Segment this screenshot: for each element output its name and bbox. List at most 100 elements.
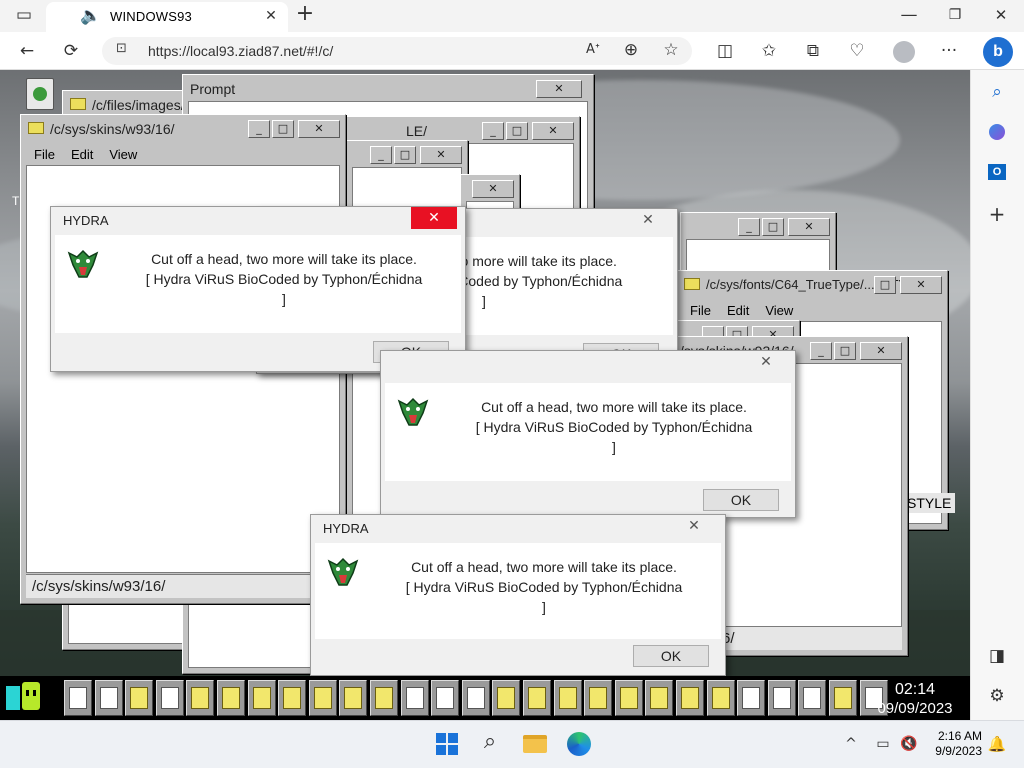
dialog-close-button[interactable]: ✕ bbox=[671, 515, 717, 537]
maximize-button[interactable]: □ bbox=[834, 342, 856, 360]
dock-item[interactable] bbox=[400, 680, 429, 716]
collections-icon[interactable]: ⧉ bbox=[802, 41, 824, 63]
dock-item[interactable] bbox=[553, 680, 582, 716]
dock-item[interactable] bbox=[278, 680, 307, 716]
dock-item[interactable] bbox=[370, 680, 398, 716]
dock-item[interactable] bbox=[706, 680, 735, 716]
dock-item[interactable] bbox=[217, 680, 245, 716]
favorite-star-icon[interactable]: ☆ bbox=[660, 40, 682, 62]
maximize-button[interactable]: □ bbox=[394, 146, 416, 164]
menu-view[interactable]: View bbox=[765, 303, 793, 318]
maximize-button[interactable]: □ bbox=[272, 120, 294, 138]
dock-item[interactable] bbox=[523, 680, 551, 716]
minimize-button[interactable]: _ bbox=[370, 146, 392, 164]
dock-item[interactable] bbox=[614, 680, 643, 716]
dock-item[interactable] bbox=[339, 680, 368, 716]
health-icon[interactable]: ♡ bbox=[846, 41, 868, 63]
dock-item[interactable] bbox=[767, 680, 796, 716]
tab-close-icon[interactable]: ✕ bbox=[260, 6, 282, 28]
search-icon[interactable]: ⌕ bbox=[986, 82, 1008, 104]
maximize-button[interactable]: □ bbox=[506, 122, 528, 140]
tab-actions-icon[interactable]: ▭ bbox=[13, 5, 35, 27]
dialog-close-button[interactable]: ✕ bbox=[625, 209, 671, 231]
lock-icon[interactable]: ⊡ bbox=[116, 41, 127, 56]
maximize-button[interactable]: □ bbox=[762, 218, 784, 236]
dialog-close-button[interactable]: ✕ bbox=[743, 351, 789, 373]
menu-file[interactable]: File bbox=[34, 147, 55, 162]
dock-item[interactable] bbox=[247, 680, 276, 716]
refresh-button[interactable]: ⟳ bbox=[60, 41, 82, 63]
volume-muted-icon[interactable]: 🔇 bbox=[898, 734, 920, 756]
back-button[interactable]: ← bbox=[16, 41, 38, 63]
dock-item[interactable] bbox=[737, 680, 766, 716]
hydra-dialog[interactable]: HYDRA ✕ Cut off a head, two more will ta… bbox=[50, 206, 466, 372]
add-icon[interactable]: + bbox=[986, 204, 1008, 226]
chevron-up-icon[interactable]: ^ bbox=[840, 734, 862, 756]
hydra-dialog[interactable]: ✕ Cut off a head, two more will take its… bbox=[380, 350, 796, 518]
minimize-button[interactable]: _ bbox=[738, 218, 760, 236]
file-explorer-icon[interactable] bbox=[523, 735, 547, 753]
dock-item[interactable] bbox=[645, 680, 674, 716]
address-field[interactable]: ⊡ https://local93.ziad87.net/#!/c/ Aᐩ ⊕ … bbox=[102, 37, 692, 65]
close-button[interactable]: ✕ bbox=[532, 122, 574, 140]
close-button[interactable]: ✕ bbox=[860, 342, 902, 360]
close-button[interactable]: ✕ bbox=[788, 218, 830, 236]
menu-file[interactable]: File bbox=[690, 303, 711, 318]
minimize-button[interactable]: _ bbox=[810, 342, 832, 360]
search-icon[interactable]: ⌕ bbox=[479, 731, 501, 754]
close-button[interactable]: ✕ bbox=[298, 120, 340, 138]
minimize-button[interactable]: — bbox=[898, 5, 920, 27]
ok-button[interactable]: OK bbox=[703, 489, 779, 511]
start-face-icon[interactable] bbox=[6, 682, 42, 714]
speaker-icon[interactable]: 🔈 bbox=[80, 6, 102, 28]
dock-item[interactable] bbox=[676, 680, 704, 716]
minimize-button[interactable]: _ bbox=[482, 122, 504, 140]
recycle-bin-icon[interactable] bbox=[26, 78, 54, 110]
dialog-close-button[interactable]: ✕ bbox=[411, 207, 457, 229]
copilot-icon[interactable] bbox=[989, 124, 1005, 140]
dock-item[interactable] bbox=[584, 680, 613, 716]
ok-button[interactable]: OK bbox=[633, 645, 709, 667]
menu-edit[interactable]: Edit bbox=[727, 303, 749, 318]
split-screen-icon[interactable]: ◫ bbox=[714, 41, 736, 63]
close-button[interactable]: ✕ bbox=[420, 146, 462, 164]
dock-item[interactable] bbox=[829, 680, 857, 716]
dock-item[interactable] bbox=[431, 680, 460, 716]
menu-view[interactable]: View bbox=[109, 147, 137, 162]
dock-item[interactable] bbox=[125, 680, 154, 716]
dock-item[interactable] bbox=[64, 680, 92, 716]
close-button[interactable]: ✕ bbox=[472, 180, 514, 198]
menu-edit[interactable]: Edit bbox=[71, 147, 93, 162]
hydra-dialog[interactable]: HYDRA ✕ Cut off a head, two more will ta… bbox=[310, 514, 726, 676]
dock-item[interactable] bbox=[798, 680, 827, 716]
favorites-icon[interactable]: ✩ bbox=[758, 41, 780, 63]
dock-item[interactable] bbox=[461, 680, 490, 716]
network-icon[interactable]: ▭ bbox=[872, 734, 894, 756]
dock-item[interactable] bbox=[308, 680, 337, 716]
taskbar-clock[interactable]: 2:16 AM 9/9/2023 bbox=[926, 729, 982, 759]
dock-item[interactable] bbox=[94, 680, 123, 716]
notification-bell-icon[interactable]: 🔔 bbox=[986, 734, 1008, 756]
settings-icon[interactable]: ⚙ bbox=[986, 686, 1008, 708]
new-tab-button[interactable]: + bbox=[294, 3, 316, 26]
bing-copilot-icon[interactable]: b bbox=[983, 37, 1013, 67]
close-button[interactable]: ✕ bbox=[900, 276, 942, 294]
minimize-button[interactable]: _ bbox=[248, 120, 270, 138]
outlook-icon[interactable]: O bbox=[988, 164, 1006, 180]
close-window-button[interactable]: ✕ bbox=[990, 5, 1012, 27]
windows-start-icon[interactable] bbox=[436, 733, 458, 755]
sidebar-toggle-icon[interactable]: ◨ bbox=[986, 646, 1008, 668]
maximize-button[interactable]: ❐ bbox=[944, 5, 966, 27]
read-aloud-icon[interactable]: Aᐩ bbox=[582, 40, 604, 62]
url-text[interactable]: https://local93.ziad87.net/#!/c/ bbox=[148, 43, 333, 59]
edge-icon[interactable] bbox=[567, 732, 591, 756]
profile-icon[interactable] bbox=[893, 41, 915, 63]
dock-item[interactable] bbox=[186, 680, 215, 716]
maximize-button[interactable]: □ bbox=[874, 276, 896, 294]
close-button[interactable]: ✕ bbox=[536, 80, 582, 98]
dock-item[interactable] bbox=[492, 680, 521, 716]
zoom-icon[interactable]: ⊕ bbox=[620, 40, 642, 62]
more-icon[interactable]: ··· bbox=[938, 41, 960, 63]
dock-item[interactable] bbox=[155, 680, 184, 716]
browser-tab[interactable]: 🔈 WINDOWS93 ✕ bbox=[46, 2, 288, 32]
